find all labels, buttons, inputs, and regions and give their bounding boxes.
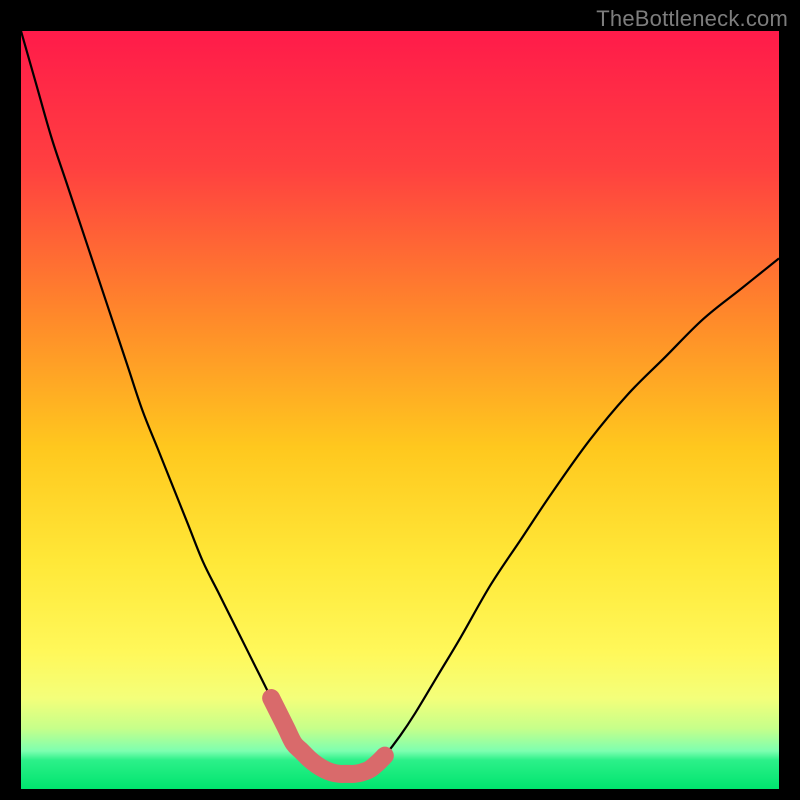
watermark-text: TheBottleneck.com [596, 6, 788, 32]
chart-container: TheBottleneck.com [0, 0, 800, 800]
chart-plot [21, 31, 779, 789]
gradient-background [21, 31, 779, 789]
chart-svg [21, 31, 779, 789]
